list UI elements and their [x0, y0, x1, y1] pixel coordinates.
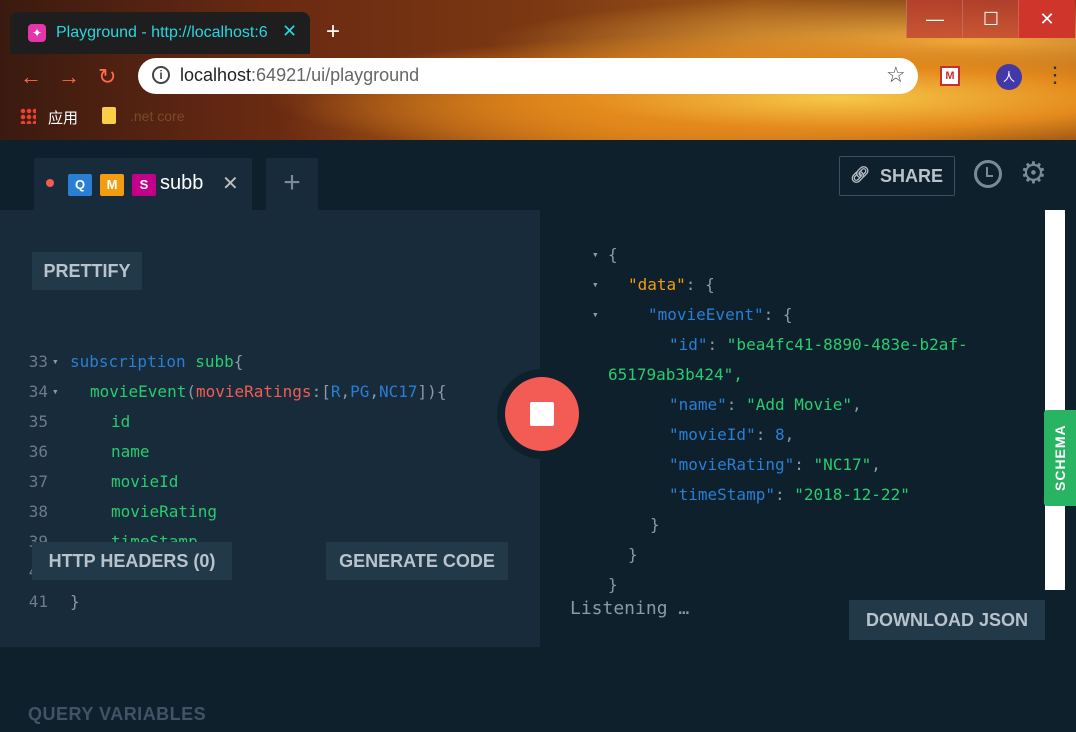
new-tab-button[interactable]: + [326, 18, 340, 46]
query-badge: Q [68, 174, 92, 196]
playground-tab-name: subb [160, 172, 204, 194]
url-host: localhost [180, 65, 252, 85]
stop-subscription-button[interactable] [505, 377, 579, 451]
http-headers-button[interactable]: HTTP HEADERS (0) [32, 542, 232, 580]
result-line: } [628, 545, 638, 564]
code-line[interactable]: 36 name [0, 407, 540, 461]
bookmark-star-icon[interactable]: ☆ [886, 62, 906, 88]
address-bar[interactable]: i localhost:64921/ui/playground ☆ [138, 58, 918, 94]
result-line: "name": "Add Movie", [669, 395, 862, 414]
code-line[interactable]: 37 movieId [0, 437, 540, 491]
site-info-icon[interactable]: i [152, 66, 170, 84]
result-pane: ▾{ ▾ "data": { ▾ "movieEvent": { "id": "be… [540, 210, 1045, 647]
playground-tab-bar: Q M S subb ✕ + 🔗︎ SHARE ⚙ [0, 140, 1076, 210]
playground-tab-subb[interactable]: Q M S subb ✕ [34, 158, 252, 210]
query-variables-bar[interactable]: QUERY VARIABLES [0, 692, 540, 732]
result-line: ▾{ [540, 210, 1045, 264]
result-line: "id": "bea4fc41-8890-483e-b2af- [669, 335, 968, 354]
code-line[interactable]: 33 ▾ subscription subb{ [0, 317, 540, 371]
result-scrollbar[interactable] [1045, 210, 1065, 590]
code-line[interactable]: 39timeStamp [0, 497, 540, 551]
bookmark-folder-icon [102, 107, 116, 124]
result-line: ▾ "data": { [540, 240, 1045, 294]
subscription-badge: S [132, 174, 156, 196]
browser-tab[interactable]: ✦ Playground - http://localhost:6 ✕ [10, 12, 310, 54]
gear-icon[interactable]: ⚙ [1020, 156, 1047, 191]
window-maximize-button[interactable]: ☐ [962, 0, 1019, 38]
window-close-button[interactable]: ✕ [1018, 0, 1075, 38]
link-icon: 🔗︎ [850, 167, 871, 184]
stop-icon [530, 402, 554, 426]
query-editor[interactable]: PRETTIFY 33 ▾ subscription subb{ 34 ▾ movieE… [0, 220, 540, 732]
graphql-logo-icon: ✦ [28, 24, 46, 42]
bookmark-apps[interactable]: 应用 [48, 107, 78, 128]
result-line: ▾ "movieEvent": { [540, 270, 1045, 324]
generate-code-button[interactable]: GENERATE CODE [326, 542, 508, 580]
share-label: SHARE [880, 166, 944, 186]
result-line: "movieRating": "NC17", [669, 455, 881, 474]
profile-avatar[interactable]: 人 [996, 64, 1022, 90]
playground-tab-close-icon[interactable]: ✕ [222, 171, 239, 196]
result-line: "timeStamp": "2018-12-22" [669, 485, 910, 504]
history-icon[interactable] [974, 160, 1002, 188]
right-edge-bottom [1045, 590, 1076, 647]
reload-icon[interactable]: ↻ [98, 64, 116, 90]
extension-icon[interactable]: M [940, 66, 960, 86]
browser-chrome: ✦ Playground - http://localhost:6 ✕ + — … [0, 0, 1076, 140]
right-edge [1065, 210, 1076, 590]
window-minimize-button[interactable]: — [906, 0, 963, 38]
result-line: "movieId": 8, [669, 425, 795, 444]
result-line: } [650, 515, 660, 534]
download-json-button[interactable]: DOWNLOAD JSON [849, 600, 1045, 640]
unsaved-dot-icon [46, 179, 54, 187]
code-line[interactable]: 38 movieRating [0, 467, 540, 521]
add-tab-button[interactable]: + [266, 158, 318, 210]
prettify-button[interactable]: PRETTIFY [32, 252, 142, 290]
graphql-playground: Q M S subb ✕ + 🔗︎ SHARE ⚙ PRETTIFY 33 ▾ su… [0, 140, 1076, 732]
code-line[interactable]: 34 ▾ movieEvent(movieRatings:[R,PG,NC17]){ [0, 347, 540, 401]
forward-arrow-icon[interactable]: → [58, 64, 80, 90]
browser-tab-close-icon[interactable]: ✕ [282, 21, 297, 42]
result-line: 65179ab3b424", [608, 365, 743, 384]
url-path: :64921/ui/playground [251, 65, 420, 85]
bookmark-netcore[interactable]: .net core [130, 108, 184, 124]
chrome-menu-icon[interactable]: ⋮ [1044, 64, 1066, 86]
share-button[interactable]: 🔗︎ SHARE [839, 156, 955, 196]
browser-tab-title: Playground - http://localhost:6 [56, 24, 268, 41]
back-arrow-icon[interactable]: ← [20, 64, 42, 90]
code-line[interactable]: 35 id [0, 377, 540, 431]
mutation-badge: M [100, 174, 124, 196]
query-variables-label: QUERY VARIABLES [28, 704, 207, 724]
schema-tab[interactable]: SCHEMA [1044, 410, 1076, 506]
apps-grid-icon[interactable] [20, 108, 36, 124]
result-line: } [608, 575, 618, 594]
schema-label: SCHEMA [1052, 424, 1068, 492]
url-text[interactable]: localhost:64921/ui/playground [180, 65, 419, 86]
listening-status: Listening … [570, 598, 690, 619]
